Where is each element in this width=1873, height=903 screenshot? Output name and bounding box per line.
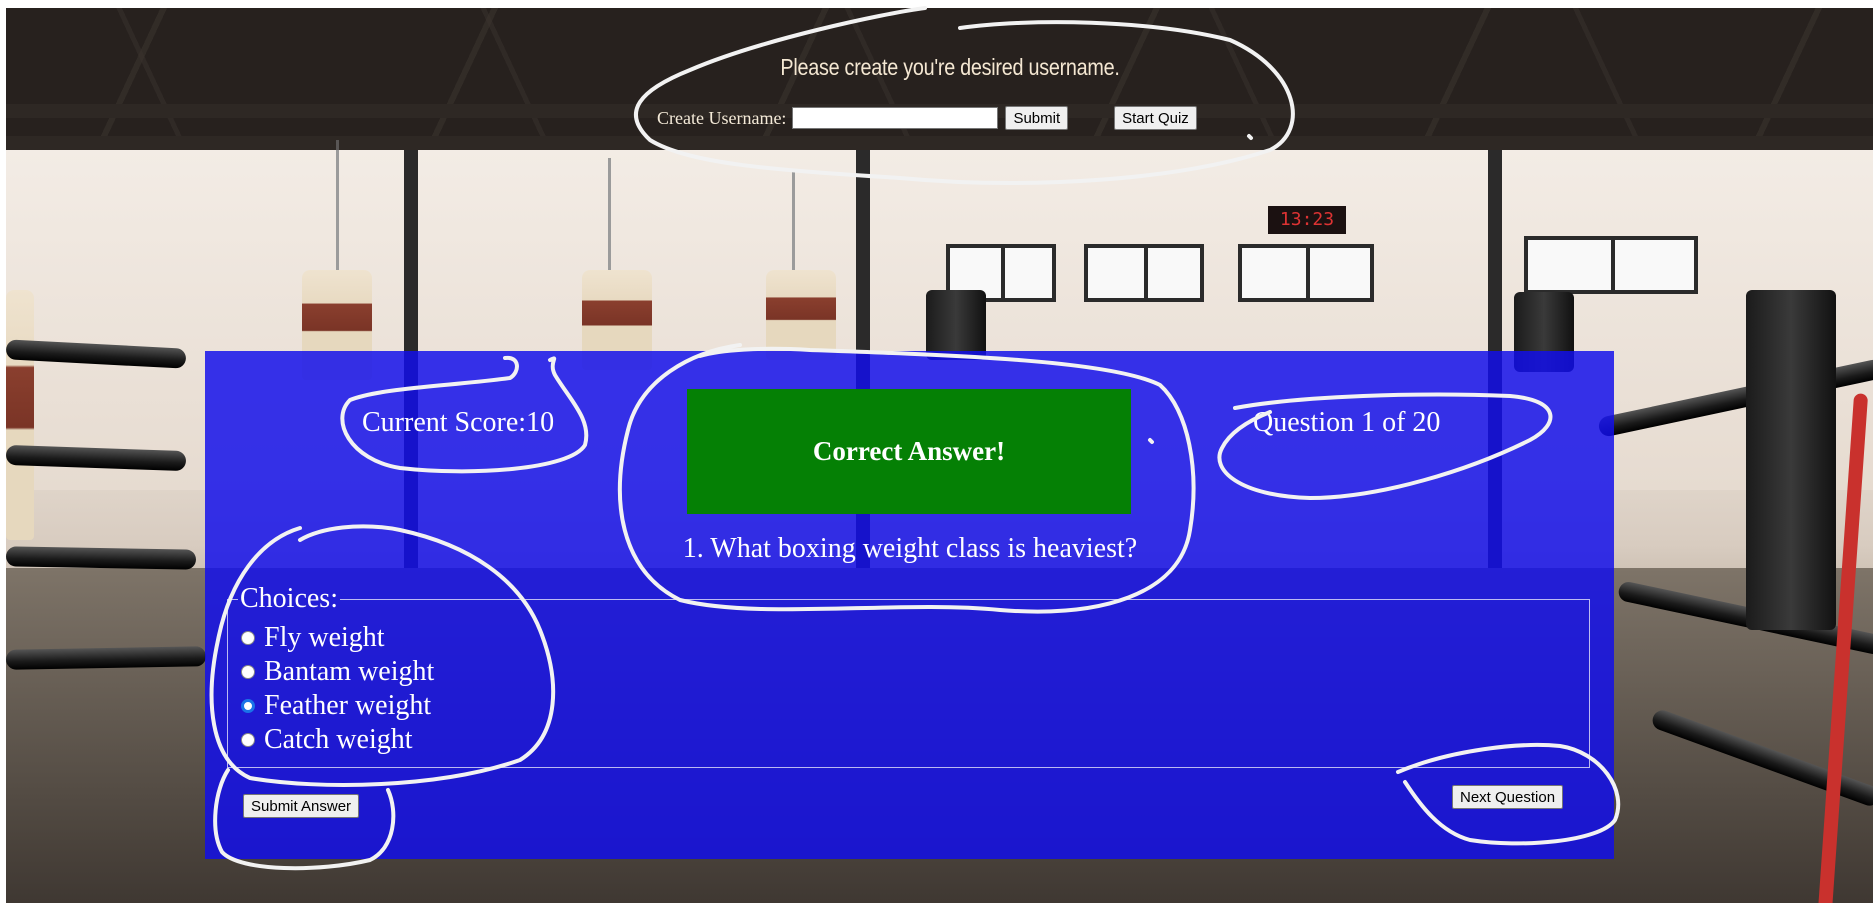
username-label: Create Username:	[657, 107, 787, 128]
ring-corner-post	[926, 290, 986, 360]
choice-option[interactable]: Fly weight	[240, 621, 1577, 655]
question-text: 1. What boxing weight class is heaviest?	[682, 533, 1138, 564]
window	[1238, 244, 1374, 302]
bag-chain	[608, 158, 611, 278]
choice-label: Bantam weight	[264, 656, 435, 687]
choices-group: Choices: Fly weight Bantam weight Feathe…	[227, 583, 1590, 768]
choice-option[interactable]: Feather weight	[240, 689, 1577, 723]
submit-answer-button[interactable]: Submit Answer	[243, 794, 360, 818]
next-question-button[interactable]: Next Question	[1452, 785, 1564, 809]
bag-chain	[336, 140, 339, 280]
choice-label: Feather weight	[264, 690, 432, 721]
ring-rope	[6, 646, 207, 670]
header-title: Please create you're desired username.	[780, 54, 1120, 80]
ring-corner-post	[1746, 290, 1836, 630]
choice-option[interactable]: Catch weight	[240, 723, 1577, 757]
bag-chain	[792, 170, 795, 280]
ring-rope	[6, 546, 197, 570]
window	[1524, 236, 1698, 294]
radio-button[interactable]	[241, 733, 255, 747]
radio-button[interactable]	[241, 631, 255, 645]
choice-option[interactable]: Bantam weight	[240, 655, 1577, 689]
choices-legend: Choices:	[240, 583, 338, 614]
quiz-panel: Current Score:10 Correct Answer! Questio…	[205, 351, 1614, 859]
username-form: Create Username: Submit Start Quiz	[657, 104, 1197, 132]
username-input[interactable]	[792, 107, 999, 129]
question-counter: Question 1 of 20	[1253, 407, 1441, 438]
punching-bag	[6, 290, 34, 540]
current-score: Current Score:10	[362, 407, 555, 438]
choice-label: Fly weight	[264, 622, 385, 653]
submit-username-button[interactable]: Submit	[1005, 106, 1069, 130]
radio-button[interactable]	[241, 665, 255, 679]
answer-feedback-banner: Correct Answer!	[687, 389, 1131, 514]
window	[1084, 244, 1204, 302]
wall-clock: 13:23	[1268, 206, 1346, 234]
radio-button-selected[interactable]	[241, 699, 255, 713]
choice-label: Catch weight	[264, 724, 413, 755]
start-quiz-button[interactable]: Start Quiz	[1114, 106, 1197, 130]
punching-bag	[766, 270, 836, 360]
